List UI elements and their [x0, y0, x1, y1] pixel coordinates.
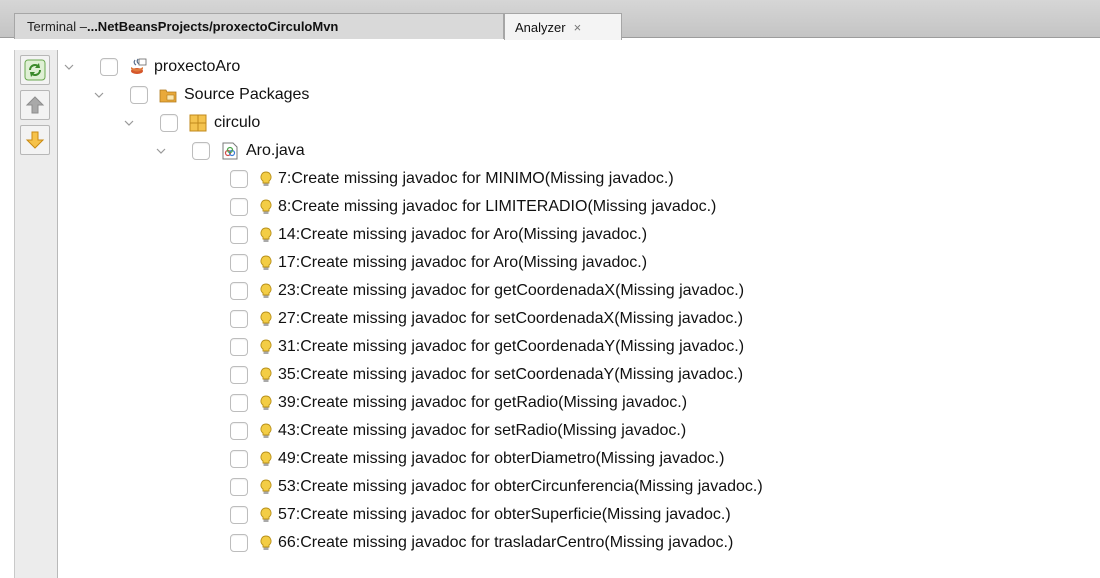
lightbulb-icon: [258, 477, 274, 497]
tab-analyzer[interactable]: Analyzer ×: [504, 13, 622, 40]
tab-bar: Terminal – ...NetBeansProjects/proxectoC…: [0, 0, 1100, 40]
project-name: proxectoAro: [154, 58, 241, 75]
hint-text: 23:Create missing javadoc for getCoorden…: [278, 282, 745, 299]
checkbox[interactable]: [230, 310, 248, 328]
hint-text: 53:Create missing javadoc for obterCircu…: [278, 478, 763, 495]
source-packages-label: Source Packages: [184, 86, 310, 103]
lightbulb-icon: [258, 169, 274, 189]
source-folder-icon: [158, 85, 178, 105]
checkbox[interactable]: [230, 170, 248, 188]
hint-row[interactable]: 43:Create missing javadoc for setRadio(M…: [230, 417, 686, 445]
refresh-button[interactable]: [20, 55, 50, 85]
checkbox[interactable]: [192, 142, 210, 160]
tab-terminal[interactable]: Terminal – ...NetBeansProjects/proxectoC…: [14, 13, 504, 39]
arrow-up-icon: [25, 96, 45, 114]
lightbulb-icon: [258, 281, 274, 301]
chevron-down-icon[interactable]: [92, 88, 106, 102]
checkbox[interactable]: [230, 394, 248, 412]
hint-row[interactable]: 27:Create missing javadoc for setCoorden…: [230, 305, 743, 333]
hint-text: 8:Create missing javadoc for LIMITERADIO…: [278, 198, 717, 215]
hint-row[interactable]: 14:Create missing javadoc for Aro(Missin…: [230, 221, 647, 249]
hint-text: 7:Create missing javadoc for MINIMO(Miss…: [278, 170, 674, 187]
checkbox[interactable]: [230, 254, 248, 272]
tree-node-project[interactable]: proxectoAro: [62, 53, 240, 81]
package-name: circulo: [214, 114, 261, 131]
checkbox[interactable]: [230, 198, 248, 216]
arrow-down-icon: [25, 131, 45, 149]
checkbox[interactable]: [230, 478, 248, 496]
file-name: Aro.java: [246, 142, 305, 159]
lightbulb-icon: [258, 309, 274, 329]
tab-terminal-path: ...NetBeansProjects/proxectoCirculoMvn: [86, 19, 339, 34]
lightbulb-icon: [258, 253, 274, 273]
hint-row[interactable]: 8:Create missing javadoc for LIMITERADIO…: [230, 193, 716, 221]
maven-project-icon: [128, 57, 148, 77]
hint-text: 17:Create missing javadoc for Aro(Missin…: [278, 254, 648, 271]
hint-text: 49:Create missing javadoc for obterDiame…: [278, 450, 725, 467]
hint-text: 31:Create missing javadoc for getCoorden…: [278, 338, 745, 355]
hint-text: 57:Create missing javadoc for obterSuper…: [278, 506, 731, 523]
lightbulb-icon: [258, 393, 274, 413]
checkbox[interactable]: [230, 450, 248, 468]
hint-row[interactable]: 31:Create missing javadoc for getCoorden…: [230, 333, 744, 361]
analyzer-tree: proxectoAro Source Packages circulo Aro.…: [58, 50, 1100, 578]
analyzer-toolbar: [14, 50, 58, 578]
hint-text: 27:Create missing javadoc for setCoorden…: [278, 310, 744, 327]
hint-row[interactable]: 66:Create missing javadoc for trasladarC…: [230, 529, 733, 557]
lightbulb-icon: [258, 533, 274, 553]
chevron-down-icon[interactable]: [62, 60, 76, 74]
hint-text: 35:Create missing javadoc for setCoorden…: [278, 366, 744, 383]
hint-row[interactable]: 23:Create missing javadoc for getCoorden…: [230, 277, 744, 305]
hint-text: 39:Create missing javadoc for getRadio(M…: [278, 394, 688, 411]
lightbulb-icon: [258, 225, 274, 245]
hint-row[interactable]: 53:Create missing javadoc for obterCircu…: [230, 473, 763, 501]
checkbox[interactable]: [230, 226, 248, 244]
refresh-icon: [24, 59, 46, 81]
checkbox[interactable]: [230, 534, 248, 552]
checkbox[interactable]: [230, 422, 248, 440]
hint-row[interactable]: 39:Create missing javadoc for getRadio(M…: [230, 389, 687, 417]
checkbox[interactable]: [230, 338, 248, 356]
checkbox[interactable]: [100, 58, 118, 76]
package-icon: [188, 113, 208, 133]
hint-row[interactable]: 49:Create missing javadoc for obterDiame…: [230, 445, 724, 473]
chevron-down-icon[interactable]: [154, 144, 168, 158]
hint-row[interactable]: 57:Create missing javadoc for obterSuper…: [230, 501, 731, 529]
java-file-icon: [220, 141, 240, 161]
hint-text: 66:Create missing javadoc for trasladarC…: [278, 534, 734, 551]
lightbulb-icon: [258, 505, 274, 525]
lightbulb-icon: [258, 421, 274, 441]
tab-analyzer-label: Analyzer: [515, 19, 566, 35]
tree-node-package[interactable]: circulo: [122, 109, 260, 137]
lightbulb-icon: [258, 365, 274, 385]
hint-text: 14:Create missing javadoc for Aro(Missin…: [278, 226, 648, 243]
checkbox[interactable]: [160, 114, 178, 132]
chevron-down-icon[interactable]: [122, 116, 136, 130]
hint-row[interactable]: 17:Create missing javadoc for Aro(Missin…: [230, 249, 647, 277]
checkbox[interactable]: [230, 282, 248, 300]
hint-row[interactable]: 7:Create missing javadoc for MINIMO(Miss…: [230, 165, 674, 193]
tree-node-file[interactable]: Aro.java: [154, 137, 305, 165]
previous-button[interactable]: [20, 90, 50, 120]
next-button[interactable]: [20, 125, 50, 155]
checkbox[interactable]: [230, 506, 248, 524]
lightbulb-icon: [258, 449, 274, 469]
close-icon[interactable]: ×: [574, 20, 582, 35]
lightbulb-icon: [258, 197, 274, 217]
lightbulb-icon: [258, 337, 274, 357]
checkbox[interactable]: [230, 366, 248, 384]
tree-node-source-packages[interactable]: Source Packages: [92, 81, 309, 109]
hint-text: 43:Create missing javadoc for setRadio(M…: [278, 422, 687, 439]
tab-terminal-prefix: Terminal –: [27, 19, 87, 34]
hint-row[interactable]: 35:Create missing javadoc for setCoorden…: [230, 361, 743, 389]
checkbox[interactable]: [130, 86, 148, 104]
